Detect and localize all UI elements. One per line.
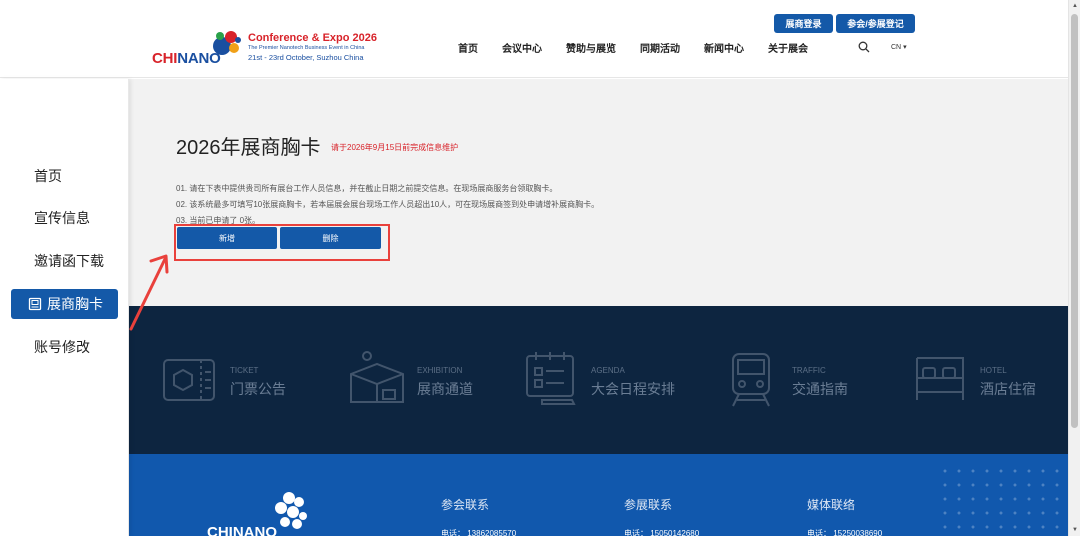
main-content: 2026年展商胸卡 请于2026年9月15日前完成信息维护 01. 请在下表中提… xyxy=(129,79,1068,306)
site-header: CHINANO Conference & Expo 2026 The Premi… xyxy=(0,0,1068,78)
badge-icon xyxy=(28,297,42,311)
language-selector[interactable]: CN ▾ xyxy=(891,43,907,51)
quick-link-en: TICKET xyxy=(230,366,259,375)
chinano-logo[interactable]: CHINANO Conference & Expo 2026 The Premi… xyxy=(150,26,390,70)
sidebar-item-invitation-download[interactable]: 邀请函下载 xyxy=(34,251,104,271)
nav-item-home[interactable]: 首页 xyxy=(458,40,478,55)
site-footer: CHINANO 参会联系 电话： 13862085570 参展联系 电话： 15… xyxy=(129,454,1068,536)
page-scrollbar[interactable]: ▲ ▼ xyxy=(1068,0,1080,536)
quick-link-cn: 展商通道 xyxy=(417,381,473,397)
logo-tagline: The Premier Nanotech Business Event in C… xyxy=(248,45,365,51)
language-label: CN xyxy=(891,44,902,51)
contact-phone: 电话： 13862085570 xyxy=(441,529,517,536)
instructions: 01. 请在下表中提供贵司所有展台工作人员信息，并在截止日期之前提交信息。在现场… xyxy=(176,181,599,229)
quick-link-traffic[interactable]: TRAFFIC 交通指南 xyxy=(729,350,859,410)
sidebar-item-home[interactable]: 首页 xyxy=(34,166,62,186)
logo-dates: 21st - 23rd October, Suzhou China xyxy=(248,53,364,62)
quick-link-cn: 交通指南 xyxy=(792,381,848,397)
quick-link-en: EXHIBITION xyxy=(417,366,463,375)
scroll-down-icon[interactable]: ▼ xyxy=(1069,524,1080,536)
quick-link-en: TRAFFIC xyxy=(792,366,826,375)
contact-phone: 电话： 15250038690 xyxy=(807,529,883,536)
footer-logo-text: CHINANO xyxy=(207,524,277,536)
contact-media: 媒体联络 电话： 15250038690 xyxy=(807,496,882,536)
nav-item-conference[interactable]: 会议中心 xyxy=(502,40,542,55)
scroll-up-icon[interactable]: ▲ xyxy=(1069,0,1080,12)
contact-heading: 参会联系 xyxy=(441,498,490,512)
quick-link-en: AGENDA xyxy=(591,366,625,375)
nav-item-news[interactable]: 新闻中心 xyxy=(704,40,744,55)
main-nav: 首页 会议中心 赞助与展览 同期活动 新闻中心 关于展会 xyxy=(458,40,832,55)
logo-brand: CHINANO xyxy=(152,50,221,67)
contact-heading: 媒体联络 xyxy=(807,498,856,512)
contact-phone: 电话： 15050142680 xyxy=(624,529,700,536)
sidebar-item-account[interactable]: 账号修改 xyxy=(34,337,90,357)
quick-link-hotel[interactable]: HOTEL 酒店住宿 xyxy=(913,350,1043,410)
nav-item-sponsorship[interactable]: 赞助与展览 xyxy=(566,40,616,55)
quick-link-cn: 酒店住宿 xyxy=(980,381,1036,397)
deadline-note: 请于2026年9月15日前完成信息维护 xyxy=(331,143,459,152)
nav-item-about[interactable]: 关于展会 xyxy=(768,40,808,55)
register-button[interactable]: 参会/参展登记 xyxy=(836,14,915,33)
quick-link-en: HOTEL xyxy=(980,366,1007,375)
contact-attendee: 参会联系 电话： 13862085570 xyxy=(441,496,516,536)
logo-conference: Conference & Expo 2026 xyxy=(248,32,377,44)
sidebar-item-promotion[interactable]: 宣传信息 xyxy=(34,208,90,228)
quick-link-agenda[interactable]: AGENDA 大会日程安排 xyxy=(522,350,692,410)
exhibition-icon xyxy=(350,351,404,403)
instruction-line: 01. 请在下表中提供贵司所有展台工作人员信息，并在截止日期之前提交信息。在现场… xyxy=(176,184,558,193)
scrollbar-thumb[interactable] xyxy=(1071,14,1078,428)
sidebar-item-label: 展商胸卡 xyxy=(47,296,103,312)
exhibitor-login-button[interactable]: 展商登录 xyxy=(774,14,833,33)
sidebar: 首页 宣传信息 邀请函下载 展商胸卡 账号修改 xyxy=(0,79,129,536)
contact-exhibitor: 参展联系 电话： 15050142680 xyxy=(624,496,699,536)
quick-link-exhibition[interactable]: EXHIBITION 展商通道 xyxy=(347,350,497,410)
annotation-arrow-icon xyxy=(129,254,169,331)
ticket-icon xyxy=(163,359,215,401)
quick-link-ticket[interactable]: TICKET 门票公告 xyxy=(161,350,291,410)
nav-item-events[interactable]: 同期活动 xyxy=(640,40,680,55)
instruction-line: 02. 该系统最多可填写10张展商胸卡，若本届展会展台现场工作人员超出10人，可… xyxy=(176,200,600,209)
agenda-icon xyxy=(526,352,576,405)
decorative-dots xyxy=(938,464,1068,536)
page: CHINANO Conference & Expo 2026 The Premi… xyxy=(0,0,1080,536)
quick-link-cn: 门票公告 xyxy=(230,381,286,397)
contact-heading: 参展联系 xyxy=(624,498,673,512)
footer-logo: CHINANO xyxy=(207,490,317,536)
highlight-box xyxy=(174,224,390,261)
page-title: 2026年展商胸卡 xyxy=(176,137,321,159)
chevron-down-icon: ▾ xyxy=(903,44,907,51)
sidebar-item-exhibitor-badge[interactable]: 展商胸卡 xyxy=(11,289,118,319)
hotel-icon xyxy=(916,357,964,400)
train-icon xyxy=(732,353,770,407)
quick-link-cn: 大会日程安排 xyxy=(591,381,675,397)
search-icon[interactable] xyxy=(858,41,870,53)
quick-links-band: TICKET 门票公告 EXHIBITION 展商通道 AGENDA 大会日程安… xyxy=(129,306,1068,454)
